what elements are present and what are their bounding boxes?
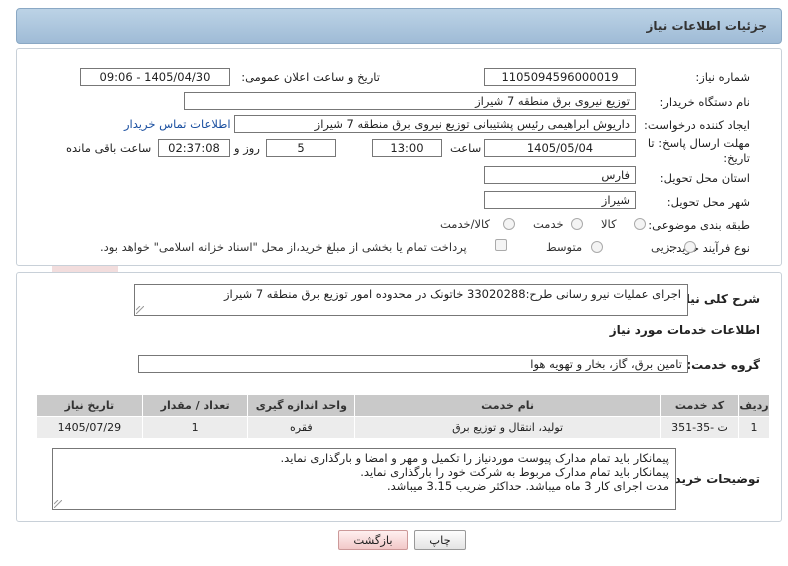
process-medium-option: متوسط [546,240,583,254]
process-minor-option: جزیی [651,240,678,254]
announce-datetime-field: 1405/04/30 - 09:06 [80,68,230,86]
process-type-label: نوع فرآیند خرید : [668,241,750,255]
buyer-org-field: توزیع نیروی برق منطقه 7 شیراز [184,92,636,110]
process-minor-radio[interactable] [684,241,696,253]
deadline-label-2: تاریخ: [723,151,750,165]
process-medium-radio[interactable] [591,241,603,253]
buyer-org-label: نام دستگاه خریدار: [659,95,750,109]
services-table: ردیف کد خدمت نام خدمت واحد اندازه گیری ت… [36,394,770,439]
cell-row-number: 1 [738,416,770,439]
deadline-time-label: ساعت [450,141,482,155]
table-header-row: ردیف کد خدمت نام خدمت واحد اندازه گیری ت… [36,394,770,417]
buyer-notes-textarea: پیمانکار باید تمام مدارک پیوست موردنیاز … [52,448,676,510]
city-label: شهر محل تحویل: [666,195,750,209]
buyer-note-line: پیمانکار باید تمام مدارک مربوط به شرکت خ… [360,465,669,479]
summary-text: اجرای عملیات نیرو رسانی طرح:33020288 خات… [223,287,681,301]
print-button[interactable]: چاپ [414,530,466,550]
resize-handle-icon[interactable] [54,500,62,508]
resize-handle-icon[interactable] [136,306,144,314]
creator-field: داریوش ابراهیمی رئیس پشتیبانی توزیع نیرو… [234,115,636,133]
category-service-option: خدمت [533,217,564,231]
treasury-payment-note: پرداخت تمام یا بخشی از مبلغ خرید،از محل … [100,240,467,254]
creator-label: ایجاد کننده درخواست: [644,118,750,132]
buyer-contact-link[interactable]: اطلاعات تماس خریدار [124,117,231,131]
province-label: استان محل تحویل: [659,171,750,185]
treasury-payment-checkbox[interactable] [495,239,507,251]
service-group-field: تامین برق، گاز، بخار و تهویه هوا [138,355,688,373]
back-button[interactable]: بازگشت [338,530,408,550]
col-service-code: کد خدمت [660,394,739,417]
buyer-note-line: پیمانکار باید تمام مدارک پیوست موردنیاز … [280,451,670,465]
city-field: شیراز [484,191,636,209]
page-title: جزئیات اطلاعات نیاز [646,19,767,33]
category-goods-radio[interactable] [634,218,646,230]
page-header: جزئیات اطلاعات نیاز [16,8,782,44]
category-service-radio[interactable] [571,218,583,230]
category-goods-option: کالا [601,217,617,231]
col-unit: واحد اندازه گیری [247,394,356,417]
col-row-number: ردیف [738,394,770,417]
services-section-title: اطلاعات خدمات مورد نیاز [609,323,760,337]
cell-need-date: 1405/07/29 [36,416,143,439]
summary-textarea: اجرای عملیات نیرو رسانی طرح:33020288 خات… [134,284,688,316]
col-need-date: تاریخ نیاز [36,394,143,417]
remaining-label: ساعت باقی مانده [66,141,152,155]
remaining-days-field: 5 [266,139,336,157]
service-group-label: گروه خدمت: [686,358,760,372]
need-number-label: شماره نیاز: [695,70,750,84]
buyer-note-line: مدت اجرای کار 3 ماه میباشد. حداکثر ضریب … [386,479,669,493]
remaining-time-field: 02:37:08 [158,139,230,157]
category-label: طبقه بندی موضوعی: [648,218,750,232]
province-field: فارس [484,166,636,184]
cell-service-code: ت -35-351 [660,416,739,439]
table-row: 1 ت -35-351 تولید، انتقال و توزیع برق فق… [36,416,770,439]
cell-unit: فقره [247,416,356,439]
need-number-field: 1105094596000019 [484,68,636,86]
deadline-time-field: 13:00 [372,139,442,157]
deadline-label-1: مهلت ارسال پاسخ: تا [647,136,750,150]
days-label: روز و [234,141,260,155]
category-goods-service-option: کالا/خدمت [440,217,491,231]
col-service-name: نام خدمت [354,394,662,417]
category-goods-service-radio[interactable] [503,218,515,230]
cell-quantity: 1 [141,416,249,439]
announce-datetime-label: تاریخ و ساعت اعلان عمومی: [241,70,380,84]
deadline-date-field: 1405/05/04 [484,139,636,157]
cell-service-name: تولید، انتقال و توزیع برق [354,416,662,439]
col-quantity: تعداد / مقدار [141,394,249,417]
